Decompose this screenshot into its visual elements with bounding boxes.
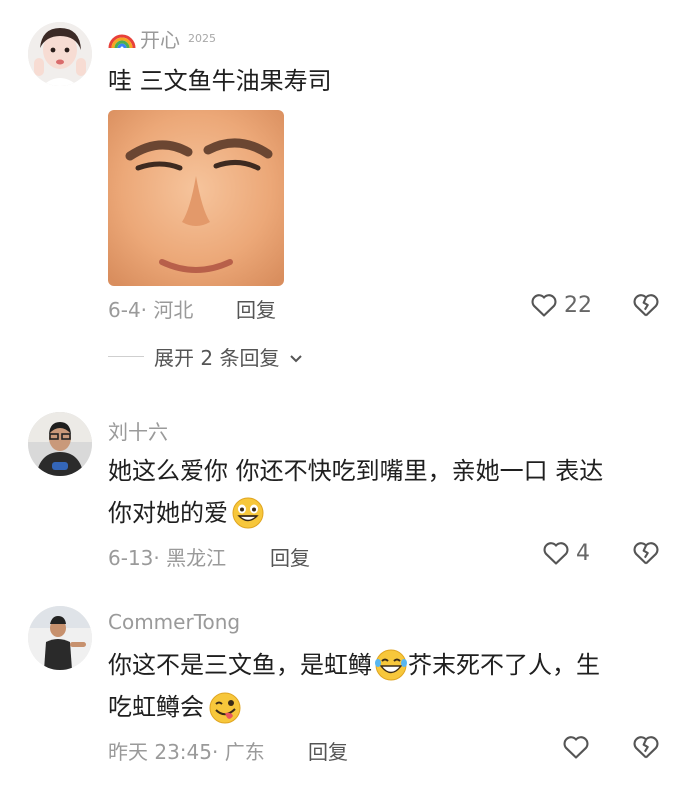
reply-button[interactable]: 回复 xyxy=(270,542,310,571)
username[interactable]: 刘十六 xyxy=(108,416,168,445)
divider-line xyxy=(108,356,144,357)
winking-tongue-emoji-icon xyxy=(208,691,241,724)
like-button[interactable]: 4 xyxy=(542,540,590,566)
laughing-tears-emoji-icon xyxy=(374,649,407,681)
comment-text-line2: 吃虹鳟会 xyxy=(108,693,204,721)
like-count: 4 xyxy=(576,540,590,566)
broken-heart-icon xyxy=(632,540,660,570)
expand-replies-button[interactable]: 展开 2 条回复 xyxy=(108,342,303,371)
reply-button[interactable]: 回复 xyxy=(236,294,276,323)
comment-date: 6-4 xyxy=(108,298,141,322)
comment-date: 昨天 23:45 xyxy=(108,740,212,764)
heart-outline-icon xyxy=(562,734,590,764)
broken-heart-icon xyxy=(632,734,660,764)
comment-location: 河北 xyxy=(153,298,194,322)
avatar[interactable] xyxy=(28,412,92,476)
heart-outline-icon xyxy=(530,292,558,318)
dislike-button[interactable] xyxy=(632,734,660,764)
comment-image[interactable] xyxy=(108,110,284,286)
comment-date: 6-13 xyxy=(108,546,154,570)
username[interactable]: 开心 xyxy=(140,24,180,53)
comment-text: 哇 三文鱼牛油果寿司 xyxy=(108,67,332,95)
avatar[interactable] xyxy=(28,606,92,670)
comment-text: 她这么爱你 你还不快吃到嘴里，亲她一口 表达 xyxy=(108,457,604,485)
comment-text-cont: 芥末死不了人，生 xyxy=(408,651,600,679)
comment-location: 黑龙江 xyxy=(166,546,227,570)
dislike-button[interactable] xyxy=(632,540,660,570)
heart-outline-icon xyxy=(542,540,570,566)
comment-text-line2: 你对她的爱 xyxy=(108,499,228,527)
expand-replies-label: 展开 2 条回复 xyxy=(154,346,280,370)
comment-location: 广东 xyxy=(224,740,265,764)
username[interactable]: CommerTong xyxy=(108,610,240,634)
like-button[interactable] xyxy=(562,734,590,764)
reply-button[interactable]: 回复 xyxy=(308,736,348,765)
year-badge: 2025 xyxy=(188,32,216,45)
dislike-button[interactable] xyxy=(632,292,660,322)
comment-text: 你这不是三文鱼，是虹鳟 xyxy=(108,651,372,679)
chevron-down-icon xyxy=(289,345,303,369)
like-button[interactable]: 22 xyxy=(530,292,592,318)
avatar[interactable] xyxy=(28,22,92,86)
like-count: 22 xyxy=(564,292,592,318)
broken-heart-icon xyxy=(632,292,660,322)
rainbow-icon xyxy=(108,28,136,50)
grin-emoji-icon xyxy=(232,497,264,529)
